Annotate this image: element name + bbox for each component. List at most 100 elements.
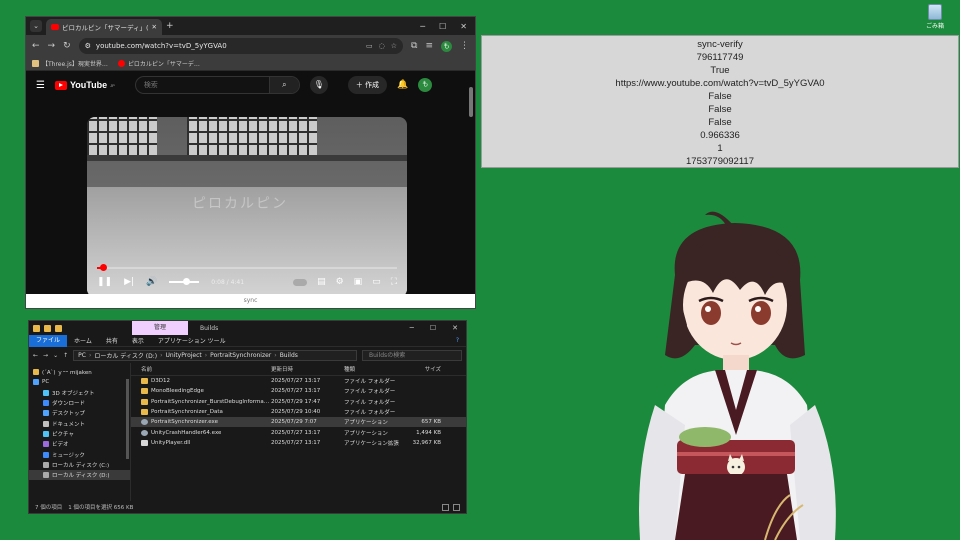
manage-tab[interactable]: 管理 [132, 321, 189, 335]
sync-line: True [710, 65, 730, 76]
file-row[interactable]: MonoBleedingEdge 2025/07/27 13:17 ファイル フォル… [131, 386, 466, 396]
ribbon-tab-file[interactable]: ファイル [29, 334, 68, 347]
breadcrumb-item[interactable]: PC [78, 352, 86, 359]
account-avatar[interactable]: も [418, 78, 433, 92]
subtitles-icon[interactable]: ▤ [317, 277, 326, 287]
forward-icon[interactable]: → [48, 41, 56, 51]
nav-item[interactable]: PC [29, 377, 130, 387]
site-info-icon[interactable]: ⚙ [85, 42, 91, 50]
nav-scrollbar[interactable] [126, 379, 129, 459]
tab-search-icon[interactable]: ⌄ [30, 20, 42, 32]
maximize-icon[interactable]: ☐ [439, 22, 446, 31]
ribbon-tab-share[interactable]: 共有 [99, 336, 125, 345]
fullscreen-icon[interactable]: ⛶ [391, 277, 397, 287]
file-type: アプリケーション拡張 [344, 440, 399, 447]
nav-item[interactable]: ダウンロード [29, 398, 130, 408]
notifications-bell-icon[interactable]: 🔔 [397, 80, 408, 90]
nav-item[interactable]: ビデオ [29, 439, 130, 449]
back-icon[interactable]: ← [33, 352, 38, 359]
nav-item[interactable]: ローカル ディスク (D:) [29, 469, 130, 481]
menu-icon[interactable]: ⋮ [460, 41, 469, 51]
column-date[interactable]: 更新日時 [271, 365, 344, 373]
file-type: ファイル フォルダー [344, 399, 396, 406]
create-button[interactable]: ＋ 作成 [347, 76, 388, 94]
maximize-icon[interactable]: ☐ [430, 324, 436, 332]
file-row[interactable]: UnityPlayer.dll 2025/07/27 13:17 アプリケーション拡… [131, 438, 466, 448]
breadcrumb-separator-icon: › [204, 351, 208, 359]
quick-access-icon[interactable] [44, 324, 51, 332]
progress-scrubber[interactable] [100, 264, 107, 271]
close-tab-icon[interactable]: ✕ [152, 23, 157, 31]
video-player[interactable]: ピロカルピン ❚❚ ▶| 🔊 0:08 / 4:41 ▤ ⚙ ▣ ▭ ⛶ [87, 117, 407, 297]
cast-icon[interactable]: ▭ [366, 42, 373, 50]
ribbon-tab-view[interactable]: 表示 [125, 336, 151, 345]
nav-item[interactable]: ミュージック [29, 449, 130, 459]
pause-icon[interactable]: ❚❚ [97, 277, 112, 287]
url-field[interactable]: ⚙ youtube.com/watch?v=tvD_5yYGVA0 ▭ ◌ ☆ [78, 38, 404, 54]
microphone-icon[interactable]: 🎙 [309, 76, 328, 94]
next-icon[interactable]: ▶| [124, 277, 134, 287]
recycle-bin-icon[interactable]: ごみ箱 [922, 4, 948, 30]
file-name-cell: PortraitSynchronizer_BurstDebugInforma… [141, 398, 271, 405]
back-icon[interactable]: ← [32, 41, 40, 51]
search-input[interactable] [135, 81, 269, 89]
volume-knob[interactable] [183, 278, 191, 285]
file-row[interactable]: PortraitSynchronizer_BurstDebugInforma… 2… [131, 397, 466, 407]
new-folder-icon[interactable] [55, 324, 62, 332]
bookmark-item[interactable]: ピロカルピン「サマーデ… [117, 59, 200, 68]
close-icon[interactable]: ✕ [460, 22, 467, 31]
recent-dropdown-icon[interactable]: ⌄ [53, 352, 58, 359]
column-type[interactable]: 種類 [344, 365, 401, 373]
file-row[interactable]: PortraitSynchronizer.exe 2025/07/29 7:07 ア… [131, 417, 466, 428]
page-scrollbar[interactable] [469, 87, 473, 117]
large-icons-view-icon[interactable] [453, 503, 460, 511]
browser-tab[interactable]: ピロカルピン「サマーディ」(バンドスコア… ✕ [46, 19, 162, 35]
nav-item[interactable]: 3D オブジェクト [29, 388, 130, 398]
nav-item[interactable]: (´A`) ｙｰｰ mijaken [29, 367, 130, 377]
nav-item[interactable]: デスクトップ [29, 408, 130, 418]
up-icon[interactable]: ↑ [63, 352, 68, 359]
profile-avatar[interactable]: も [441, 40, 452, 52]
eye-off-icon[interactable]: ◌ [379, 42, 385, 50]
bookmark-item[interactable]: 【Three.js】現実世界… [32, 59, 108, 68]
file-row[interactable]: PortraitSynchronizer_Data 2025/07/29 10:4… [131, 407, 466, 417]
bookmark-star-icon[interactable]: ☆ [391, 42, 397, 50]
breadcrumb-item[interactable]: PortraitSynchronizer [210, 352, 271, 359]
nav-item[interactable]: ドキュメント [29, 418, 130, 428]
media-icon[interactable]: ≡ [425, 41, 433, 51]
breadcrumb-item[interactable]: ローカル ディスク (D:) [94, 351, 157, 360]
close-icon[interactable]: ✕ [452, 324, 458, 332]
hamburger-menu-icon[interactable]: ☰ [36, 80, 45, 91]
column-name[interactable]: 名前 [141, 365, 271, 373]
explorer-search-input[interactable]: Buildsの検索 [362, 349, 462, 361]
breadcrumb-item[interactable]: Builds [280, 352, 298, 359]
settings-gear-icon[interactable]: ⚙ [336, 277, 344, 287]
video-progress-bar[interactable] [97, 264, 397, 271]
ribbon-tab-app-tools[interactable]: アプリケーション ツール [151, 336, 233, 345]
help-icon[interactable]: ? [449, 337, 466, 344]
new-tab-icon[interactable]: + [166, 21, 174, 31]
nav-item-icon [43, 389, 49, 396]
nav-item[interactable]: ピクチャ [29, 429, 130, 439]
minimize-icon[interactable]: ─ [420, 22, 425, 31]
file-row[interactable]: UnityCrashHandler64.exe 2025/07/27 13:17 ア… [131, 427, 466, 437]
details-view-icon[interactable] [442, 503, 449, 511]
search-icon[interactable]: ⌕ [268, 77, 299, 93]
breadcrumb-item[interactable]: UnityProject [165, 352, 201, 359]
forward-icon[interactable]: → [43, 352, 48, 359]
nav-item[interactable]: ローカル ディスク (C:) [29, 460, 130, 470]
sync-status-strip: sync [26, 294, 475, 308]
reload-icon[interactable]: ↻ [63, 41, 71, 51]
column-size[interactable]: サイズ [401, 365, 441, 373]
extensions-icon[interactable]: ⧉ [411, 41, 417, 51]
ribbon-tab-home[interactable]: ホーム [67, 336, 99, 345]
file-row[interactable]: D3D12 2025/07/27 13:17 ファイル フォルダー [131, 376, 466, 386]
autoplay-toggle[interactable] [293, 278, 308, 286]
theater-mode-icon[interactable]: ▭ [372, 277, 381, 287]
miniplayer-icon[interactable]: ▣ [354, 277, 363, 287]
breadcrumb[interactable]: PC › ローカル ディスク (D:) › UnityProject › PortraitS… [73, 349, 357, 361]
volume-icon[interactable]: 🔊 [146, 277, 157, 287]
volume-slider[interactable] [169, 278, 200, 285]
minimize-icon[interactable]: ─ [410, 324, 414, 332]
youtube-logo[interactable]: YouTube JP [54, 80, 115, 90]
